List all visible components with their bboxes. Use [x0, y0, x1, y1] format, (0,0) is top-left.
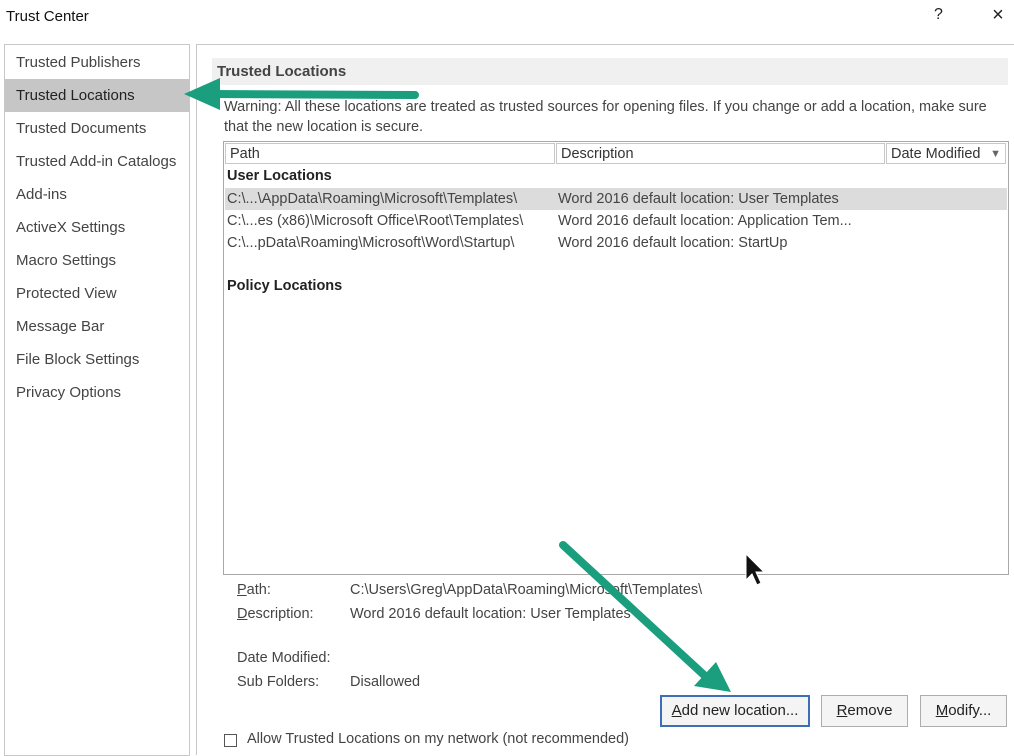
column-header-path[interactable]: Path — [225, 143, 555, 164]
column-header-description-label: Description — [561, 146, 634, 162]
add-new-location-button[interactable]: Add new location... — [660, 695, 810, 727]
row-path: C:\...pData\Roaming\Microsoft\Word\Start… — [227, 235, 515, 251]
detail-sub-folders-value: Disallowed — [350, 674, 421, 690]
detail-description-value: Word 2016 default location: User Templat… — [350, 606, 631, 622]
row-description: Word 2016 default location: User Templat… — [558, 191, 839, 207]
sidebar-item-file-block-settings[interactable]: File Block Settings — [5, 343, 189, 376]
remove-button[interactable]: Remove — [821, 695, 908, 727]
detail-date-modified-label: Date Modified: — [237, 650, 331, 666]
title-bar: Trust Center ? × — [0, 0, 1014, 34]
column-header-description[interactable]: Description — [556, 143, 885, 164]
sidebar-item-trusted-documents[interactable]: Trusted Documents — [5, 112, 189, 145]
group-policy-locations: Policy Locations — [227, 278, 343, 294]
modify-button[interactable]: Modify... — [920, 695, 1007, 727]
sidebar-item-protected-view[interactable]: Protected View — [5, 277, 189, 310]
warning-text: Warning: All these locations are treated… — [224, 99, 987, 135]
detail-path-label: Path: — [237, 582, 271, 598]
chevron-down-icon: ▼ — [990, 148, 1001, 160]
table-row[interactable]: C:\...pData\Roaming\Microsoft\Word\Start… — [225, 232, 1007, 254]
sidebar-item-trusted-locations[interactable]: Trusted Locations — [5, 79, 189, 112]
sidebar-item-trusted-publishers[interactable]: Trusted Publishers — [5, 46, 189, 79]
allow-network-checkbox[interactable] — [224, 734, 237, 747]
section-title: Trusted Locations — [217, 63, 347, 80]
sidebar-item-privacy-options[interactable]: Privacy Options — [5, 376, 189, 409]
column-header-path-label: Path — [230, 146, 260, 162]
table-row[interactable]: C:\...\AppData\Roaming\Microsoft\Templat… — [225, 188, 1007, 210]
sidebar-item-trusted-add-in-catalogs[interactable]: Trusted Add-in Catalogs — [5, 145, 189, 178]
table-row[interactable]: C:\...es (x86)\Microsoft Office\Root\Tem… — [225, 210, 1007, 232]
sidebar-item-activex-settings[interactable]: ActiveX Settings — [5, 211, 189, 244]
help-icon[interactable]: ? — [934, 6, 943, 24]
group-user-locations: User Locations — [227, 168, 332, 184]
locations-list[interactable]: Path Description Date Modified ▼ User Loc… — [223, 141, 1009, 575]
sidebar: Trusted Publishers Trusted Locations Tru… — [4, 44, 190, 756]
row-description: Word 2016 default location: Application … — [558, 213, 852, 229]
allow-network-label: Allow Trusted Locations on my network (n… — [247, 731, 630, 747]
row-path: C:\...\AppData\Roaming\Microsoft\Templat… — [227, 191, 518, 207]
detail-path-value: C:\Users\Greg\AppData\Roaming\Microsoft\… — [350, 582, 703, 598]
sidebar-item-add-ins[interactable]: Add-ins — [5, 178, 189, 211]
column-header-date-modified[interactable]: Date Modified ▼ — [886, 143, 1006, 164]
sidebar-item-macro-settings[interactable]: Macro Settings — [5, 244, 189, 277]
window-title: Trust Center — [6, 8, 89, 25]
detail-sub-folders-label: Sub Folders: — [237, 674, 320, 690]
close-icon[interactable]: × — [987, 4, 1009, 28]
row-path: C:\...es (x86)\Microsoft Office\Root\Tem… — [227, 213, 524, 229]
sidebar-item-message-bar[interactable]: Message Bar — [5, 310, 189, 343]
section-header: Trusted Locations — [212, 58, 1008, 85]
column-header-date-modified-label: Date Modified — [891, 146, 981, 162]
detail-description-label: Description: — [237, 606, 314, 622]
row-description: Word 2016 default location: StartUp — [558, 235, 788, 251]
